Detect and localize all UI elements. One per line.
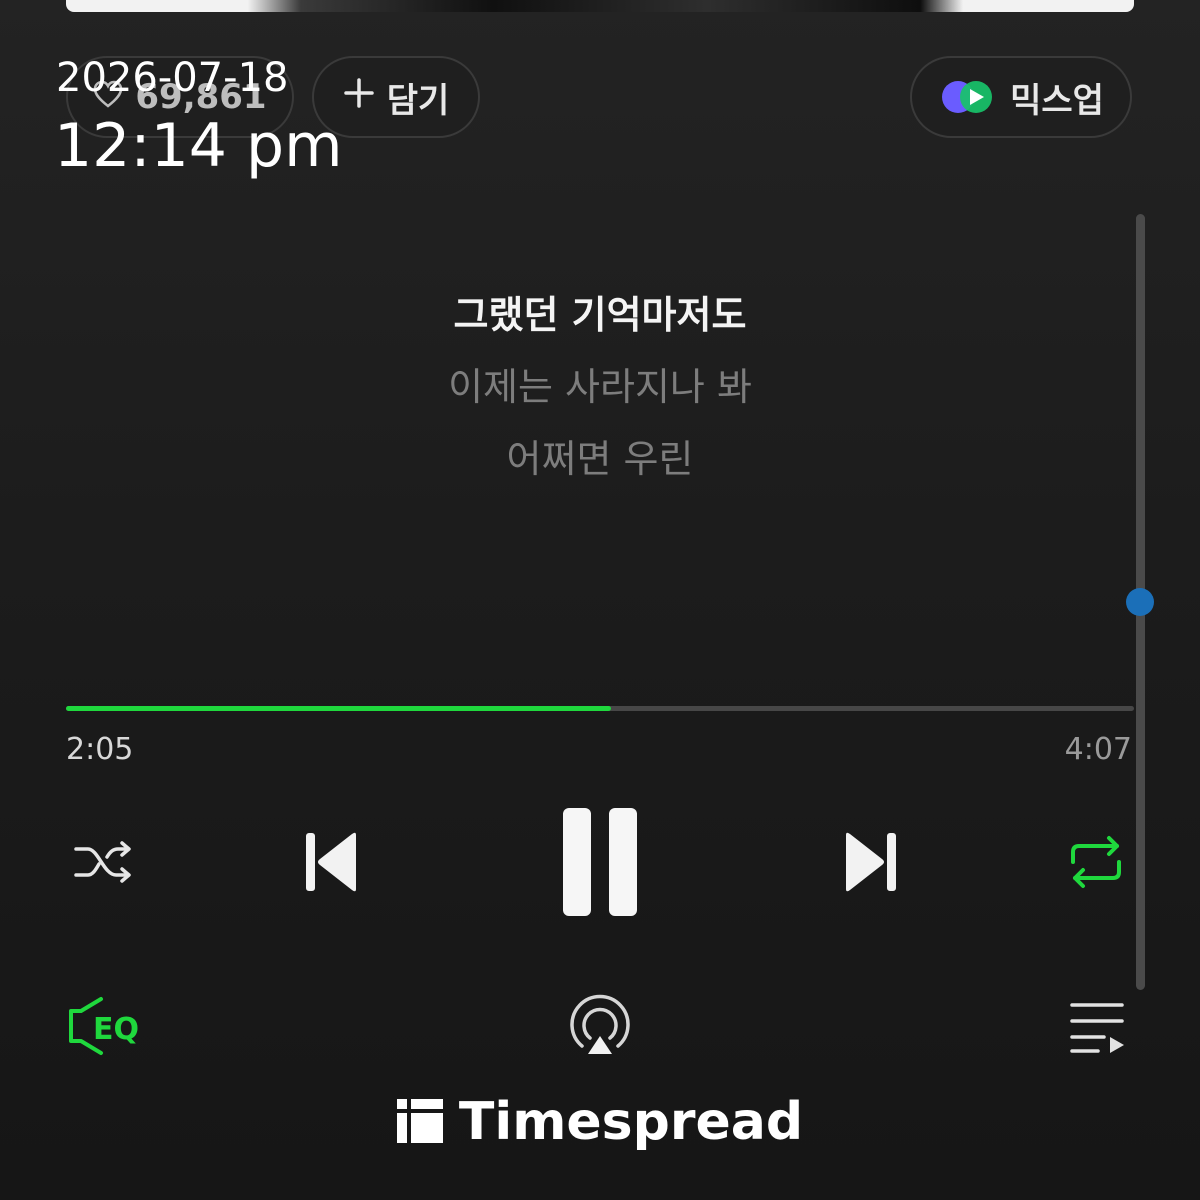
equalizer-button[interactable]: EQ — [62, 990, 150, 1062]
equalizer-icon: EQ — [63, 993, 149, 1059]
watermark-text: Timespread — [458, 1092, 804, 1152]
shuffle-button[interactable] — [66, 830, 142, 894]
shuffle-icon — [72, 837, 136, 887]
playlist-button[interactable] — [1060, 994, 1130, 1060]
watermark: Timespread — [0, 1092, 1200, 1152]
next-button[interactable] — [834, 824, 910, 900]
lyric-line[interactable]: 어쩌면 우린 — [0, 428, 1200, 483]
mixup-logo-icon — [938, 77, 998, 117]
total-time: 4:07 — [1064, 732, 1132, 767]
pause-button[interactable] — [548, 804, 652, 920]
playlist-icon — [1064, 997, 1126, 1057]
mixup-label: 믹스업 — [1010, 80, 1104, 121]
add-label: 담기 — [386, 80, 450, 121]
repeat-icon — [1063, 832, 1129, 892]
overlay-date: 2026-07-18 — [56, 55, 289, 101]
pause-icon — [555, 806, 645, 918]
repeat-button[interactable] — [1058, 828, 1134, 896]
eq-label: EQ — [93, 1012, 139, 1047]
skip-next-icon — [842, 829, 902, 895]
playback-progress-bar[interactable] — [66, 706, 1134, 711]
airplay-icon — [565, 994, 635, 1058]
elapsed-time: 2:05 — [66, 732, 134, 767]
music-player-screen: 69,861 담기 믹스업 2026-07-18 12:14 pm 그랬던 기억… — [0, 0, 1200, 1200]
timespread-logo-icon — [396, 1097, 443, 1147]
progress-fill — [66, 706, 611, 711]
airplay-button[interactable] — [560, 990, 640, 1062]
plus-icon — [343, 77, 375, 118]
previous-button[interactable] — [292, 824, 368, 900]
mixup-button[interactable]: 믹스업 — [910, 56, 1132, 138]
skip-previous-icon — [300, 829, 360, 895]
album-art-edge — [66, 0, 1134, 12]
lyric-line[interactable]: 이제는 사라지나 봐 — [0, 356, 1200, 411]
lyric-line-current[interactable]: 그랬던 기억마저도 — [0, 284, 1200, 339]
lyrics-scroll-thumb[interactable] — [1126, 588, 1154, 616]
overlay-time: 12:14 pm — [54, 111, 343, 181]
